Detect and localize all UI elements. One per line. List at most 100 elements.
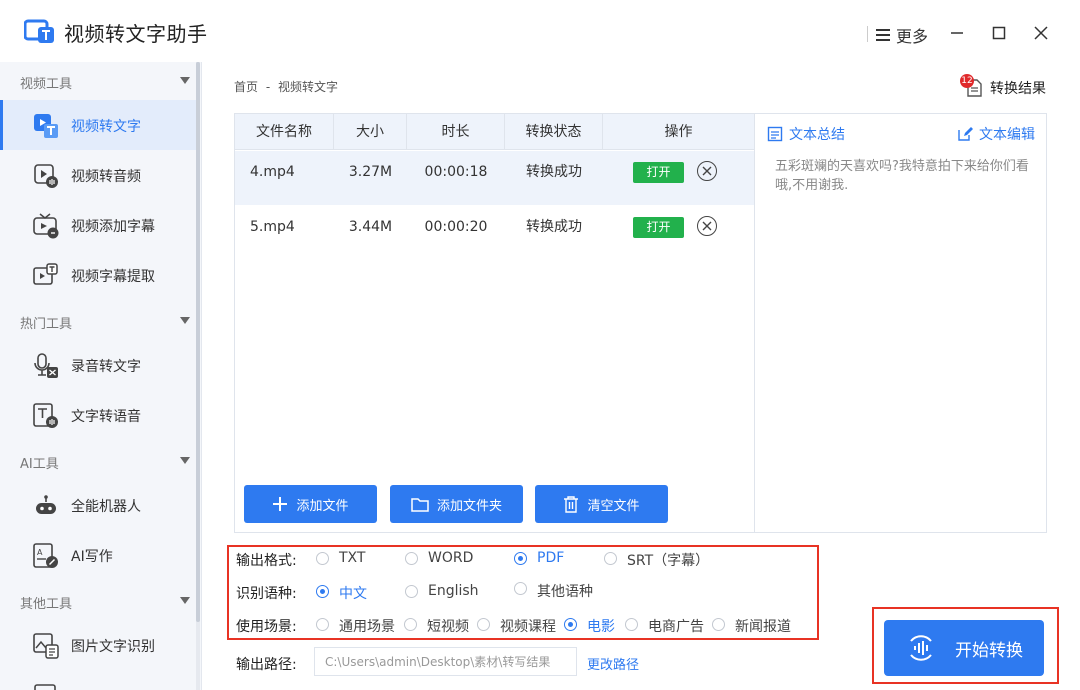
column-header-size: 大小 xyxy=(334,114,407,150)
sidebar-group-ai[interactable]: AI工具 xyxy=(0,442,196,480)
caret-down-icon xyxy=(180,597,190,604)
more-menu-button[interactable]: 更多 xyxy=(876,22,928,48)
maximize-icon xyxy=(992,26,1006,40)
sidebar-item-text-to-speech[interactable]: 文字转语音 xyxy=(0,390,196,440)
scrollbar-thumb[interactable] xyxy=(196,62,200,622)
remove-file-button[interactable] xyxy=(697,161,717,181)
output-format-label: 输出格式: xyxy=(236,553,297,569)
sidebar-group-label: AI工具 xyxy=(20,457,59,472)
sidebar-item-video-to-audio[interactable]: 视频转音频 xyxy=(0,150,196,200)
sidebar-item-label: 视频字幕提取 xyxy=(71,269,155,285)
scene-radio-course[interactable] xyxy=(477,618,490,631)
language-option-english[interactable]: English xyxy=(428,583,479,599)
scene-option-general[interactable]: 通用场景 xyxy=(339,616,395,636)
maximize-button[interactable] xyxy=(988,22,1010,44)
video-to-audio-icon xyxy=(34,164,58,188)
text-edit-button[interactable]: 文本编辑 xyxy=(957,124,1035,144)
mic-to-text-icon xyxy=(34,353,58,378)
language-option-other[interactable]: 其他语种 xyxy=(537,581,593,601)
sidebar-item-ai-writing[interactable]: A AI写作 xyxy=(0,530,196,580)
format-radio-srt[interactable] xyxy=(604,552,617,565)
scene-radio-news[interactable] xyxy=(712,618,725,631)
sidebar-item-video-subtitle-add[interactable]: 视频添加字幕 xyxy=(0,200,196,250)
change-path-link[interactable]: 更改路径 xyxy=(587,654,639,673)
column-header-status: 转换状态 xyxy=(505,114,603,150)
sidebar-scrollbar[interactable] xyxy=(196,62,200,690)
language-radio-english[interactable] xyxy=(405,585,418,598)
caret-down-icon xyxy=(180,457,190,464)
scene-option-movie[interactable]: 电影 xyxy=(587,616,615,636)
table-row[interactable]: 4.mp4 3.27M 00:00:18 转换成功 打开 xyxy=(235,151,754,205)
sidebar-item-image-ocr[interactable]: 图片文字识别 xyxy=(0,620,196,670)
add-file-button[interactable]: 添加文件 xyxy=(244,485,377,523)
format-option-txt[interactable]: TXT xyxy=(339,550,365,566)
close-icon xyxy=(702,166,712,176)
conversion-results-button[interactable]: 12 转换结果 xyxy=(960,74,1046,100)
sidebar-item-video-to-text[interactable]: 视频转文字 xyxy=(0,100,196,150)
scene-option-short-video[interactable]: 短视频 xyxy=(427,616,469,636)
language-option-chinese[interactable]: 中文 xyxy=(339,583,367,603)
start-conversion-button[interactable]: 开始转换 xyxy=(884,620,1044,676)
minimize-button[interactable] xyxy=(946,22,968,44)
sidebar-item-subtitle-extract[interactable]: 视频字幕提取 xyxy=(0,250,196,300)
title-bar: 视频转文字助手 更多 xyxy=(0,0,1080,62)
scene-option-course[interactable]: 视频课程 xyxy=(500,616,556,636)
breadcrumb-home[interactable]: 首页 xyxy=(234,80,258,94)
remove-file-button[interactable] xyxy=(697,216,717,236)
sidebar-group-hot[interactable]: 热门工具 xyxy=(0,302,196,340)
app-title: 视频转文字助手 xyxy=(64,22,208,46)
scene-radio-short-video[interactable] xyxy=(404,618,417,631)
scene-radio-movie[interactable] xyxy=(564,618,577,631)
results-label: 转换结果 xyxy=(990,81,1046,97)
language-radio-chinese[interactable] xyxy=(316,585,329,598)
text-summary-tab[interactable]: 文本总结 xyxy=(767,124,845,144)
open-file-button[interactable]: 打开 xyxy=(633,217,684,238)
titlebar-divider xyxy=(867,26,868,42)
sidebar-item-partial[interactable] xyxy=(0,670,196,690)
sidebar-item-mic-to-text[interactable]: 录音转文字 xyxy=(0,340,196,390)
more-label: 更多 xyxy=(896,27,929,46)
language-radio-other[interactable] xyxy=(514,582,527,595)
scene-option-ecommerce[interactable]: 电商广告 xyxy=(648,616,704,636)
clear-files-label: 清空文件 xyxy=(587,498,640,514)
format-option-srt[interactable]: SRT（字幕） xyxy=(627,550,709,570)
open-file-button[interactable]: 打开 xyxy=(633,162,684,183)
format-radio-txt[interactable] xyxy=(316,552,329,565)
language-label: 识别语种: xyxy=(236,586,297,602)
app-logo-icon xyxy=(24,19,54,43)
table-header: 文件名称 大小 时长 转换状态 操作 xyxy=(235,114,754,150)
scene-radio-ecommerce[interactable] xyxy=(625,618,638,631)
format-option-pdf[interactable]: PDF xyxy=(537,550,564,566)
transcript-text[interactable]: 五彩斑斓的天喜欢吗?我特意拍下来给你们看哦,不用谢我. xyxy=(775,157,1037,195)
subtitle-extract-icon xyxy=(33,263,58,285)
clear-files-button[interactable]: 清空文件 xyxy=(535,485,668,523)
close-icon xyxy=(1034,26,1048,40)
file-duration: 00:00:20 xyxy=(424,219,488,235)
image-ocr-icon xyxy=(33,633,59,659)
sidebar-group-other[interactable]: 其他工具 xyxy=(0,582,196,620)
sidebar-item-robot[interactable]: 全能机器人 xyxy=(0,480,196,530)
results-count-badge: 12 xyxy=(960,74,974,88)
output-path-label: 输出路径: xyxy=(236,657,297,673)
waveform-icon xyxy=(910,635,932,661)
format-radio-word[interactable] xyxy=(405,552,418,565)
close-button[interactable] xyxy=(1030,22,1052,44)
scene-radio-general[interactable] xyxy=(316,618,329,631)
sidebar-group-video[interactable]: 视频工具 xyxy=(0,62,196,100)
start-conversion-label: 开始转换 xyxy=(955,640,1023,661)
sidebar: 视频工具 视频转文字 视频转音频 视频添加字幕 视频字幕提取 热门工具 录音转文… xyxy=(0,62,202,690)
ai-writing-icon: A xyxy=(33,543,58,568)
sidebar-item-label: 视频转音频 xyxy=(71,169,141,185)
close-icon xyxy=(702,221,712,231)
breadcrumb: 首页 - 视频转文字 xyxy=(234,78,338,95)
scene-option-news[interactable]: 新闻报道 xyxy=(735,616,791,636)
output-path-field[interactable] xyxy=(314,647,577,676)
format-option-word[interactable]: WORD xyxy=(428,550,473,566)
add-file-label: 添加文件 xyxy=(296,498,349,514)
table-row[interactable]: 5.mp4 3.44M 00:00:20 转换成功 打开 xyxy=(235,206,754,260)
add-folder-button[interactable]: 添加文件夹 xyxy=(390,485,523,523)
svg-text:A: A xyxy=(37,548,43,557)
text-to-speech-icon xyxy=(33,403,58,428)
format-radio-pdf[interactable] xyxy=(514,552,527,565)
sidebar-item-label: 图片文字识别 xyxy=(71,639,155,655)
